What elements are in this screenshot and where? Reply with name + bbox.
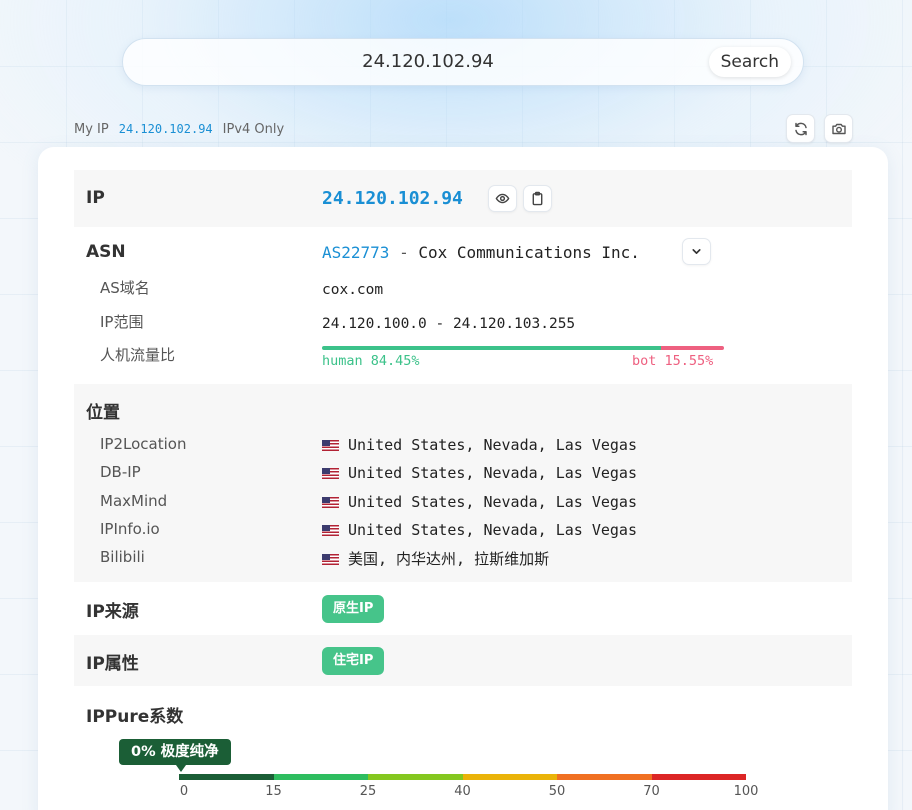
search-bar: Search bbox=[122, 38, 804, 86]
ip-info-card: IP 24.120.102.94 ASN AS22773 - Cox Commu… bbox=[38, 147, 888, 810]
native-ip-badge: 原生IP bbox=[322, 595, 385, 623]
ip-source-title: IP来源 bbox=[86, 602, 139, 622]
scale-tick-label: 15 bbox=[265, 784, 282, 799]
scale-tick-label: 100 bbox=[733, 784, 759, 799]
ip-source-section: IP来源 原生IP bbox=[74, 583, 852, 634]
score-badge: 0% 极度纯净 bbox=[119, 739, 231, 765]
bot-ratio-fill bbox=[661, 346, 724, 350]
asn-org: Cox Communications Inc. bbox=[418, 243, 640, 262]
bot-ratio-text: bot 15.55% bbox=[632, 353, 714, 369]
search-input[interactable] bbox=[143, 39, 713, 85]
human-ratio-text: human 84.45% bbox=[322, 353, 420, 369]
location-value-ipinfo: United States, Nevada, Las Vegas bbox=[322, 521, 637, 539]
refresh-icon bbox=[794, 122, 807, 135]
refresh-button[interactable] bbox=[786, 114, 815, 143]
scale-tick-label: 0 bbox=[179, 784, 189, 799]
location-source-maxmind: MaxMind bbox=[100, 492, 168, 510]
scale-tick-label: 40 bbox=[454, 784, 471, 799]
asn-title: ASN bbox=[86, 242, 126, 262]
us-flag-icon bbox=[322, 525, 339, 536]
us-flag-icon bbox=[322, 497, 339, 508]
location-source-bilibili: Bilibili bbox=[100, 548, 145, 566]
asn-separator: - bbox=[389, 243, 419, 262]
ip-range-value: 24.120.100.0 - 24.120.103.255 bbox=[322, 316, 576, 332]
ip-range-label: IP范围 bbox=[100, 313, 144, 331]
location-source-ip2location: IP2Location bbox=[100, 435, 187, 453]
location-section: 位置 IP2Location United States, Nevada, La… bbox=[74, 384, 852, 582]
screenshot-button[interactable] bbox=[824, 114, 853, 143]
human-ratio-fill bbox=[322, 346, 662, 350]
chevron-down-icon bbox=[692, 249, 701, 254]
residential-ip-badge: 住宅IP bbox=[322, 647, 385, 675]
camera-icon bbox=[831, 123, 846, 134]
location-title: 位置 bbox=[86, 403, 120, 423]
scale-segment bbox=[462, 774, 557, 780]
asn-value: AS22773 - Cox Communications Inc. bbox=[322, 243, 640, 262]
location-source-ipinfo: IPInfo.io bbox=[100, 520, 160, 538]
location-value-dbip: United States, Nevada, Las Vegas bbox=[322, 464, 637, 482]
scale-segment bbox=[179, 774, 274, 780]
purity-scale-bar bbox=[179, 774, 746, 780]
clipboard-icon bbox=[532, 191, 543, 206]
location-value-ip2location: United States, Nevada, Las Vegas bbox=[322, 436, 637, 454]
scale-tick-label: 70 bbox=[643, 784, 660, 799]
scale-segment bbox=[651, 774, 746, 780]
score-pointer bbox=[176, 765, 186, 772]
us-flag-icon bbox=[322, 440, 339, 451]
my-ip-label: My IP bbox=[74, 121, 109, 137]
asn-link[interactable]: AS22773 bbox=[322, 243, 389, 262]
location-value-bilibili: 美国, 内华达州, 拉斯维加斯 bbox=[322, 548, 549, 569]
my-ip-value[interactable]: 24.120.102.94 bbox=[119, 122, 213, 136]
asn-section: ASN AS22773 - Cox Communications Inc. AS… bbox=[74, 228, 852, 383]
asn-expand-button[interactable] bbox=[682, 238, 711, 265]
search-button[interactable]: Search bbox=[708, 47, 791, 77]
ip-title: IP bbox=[86, 188, 105, 208]
as-domain-value[interactable]: cox.com bbox=[322, 282, 383, 298]
location-source-dbip: DB-IP bbox=[100, 463, 141, 481]
copy-ip-button[interactable] bbox=[523, 185, 552, 212]
scale-segment bbox=[557, 774, 652, 780]
ip-type-title: IP属性 bbox=[86, 654, 139, 674]
ip-type-section: IP属性 住宅IP bbox=[74, 635, 852, 686]
scale-segment bbox=[368, 774, 463, 780]
eye-icon bbox=[495, 193, 510, 204]
scale-tick-label: 25 bbox=[359, 784, 377, 799]
my-ip-row: My IP 24.120.102.94 IPv4 Only bbox=[74, 120, 284, 138]
as-domain-label: AS域名 bbox=[100, 279, 150, 297]
us-flag-icon bbox=[322, 468, 339, 479]
ippure-score-section: IPPure系数 bbox=[74, 687, 852, 737]
scale-segment bbox=[273, 774, 368, 780]
ip-value[interactable]: 24.120.102.94 bbox=[322, 188, 463, 209]
ip-mode-label: IPv4 Only bbox=[222, 121, 285, 137]
traffic-ratio-label: 人机流量比 bbox=[100, 346, 176, 364]
scale-tick-label: 50 bbox=[548, 784, 566, 799]
ippure-score-title: IPPure系数 bbox=[86, 707, 184, 727]
ip-section: IP 24.120.102.94 bbox=[74, 170, 852, 227]
traffic-ratio-bar bbox=[322, 346, 724, 350]
toggle-visibility-button[interactable] bbox=[488, 185, 517, 212]
location-value-maxmind: United States, Nevada, Las Vegas bbox=[322, 493, 637, 511]
us-flag-icon bbox=[322, 554, 339, 565]
